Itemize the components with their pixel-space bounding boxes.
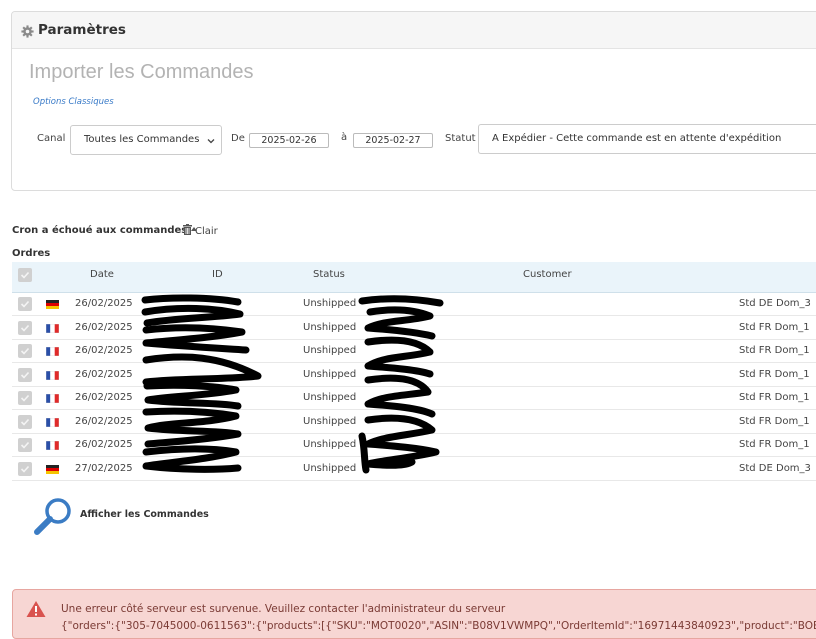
france-flag-icon	[46, 370, 59, 380]
row-shipping: Std FR Dom_1	[739, 368, 810, 380]
options-classiques-link[interactable]: Options Classiques	[33, 97, 114, 107]
table-row[interactable]: 27/02/2025 Unshipped Std DE Dom_3	[12, 458, 816, 481]
column-header-date[interactable]: Date	[90, 269, 114, 280]
row-shipping: Std FR Dom_1	[739, 321, 810, 333]
france-flag-icon	[46, 394, 59, 403]
cron-failed-label: Cron a échoué aux commandes	[12, 225, 188, 236]
chevron-down-icon	[207, 139, 215, 144]
row-checkbox[interactable]	[18, 414, 32, 429]
orders-title: Ordres	[12, 248, 51, 259]
clear-button[interactable]: Clair	[183, 224, 218, 237]
panel-header: Paramètres	[12, 12, 816, 49]
row-shipping: Std FR Dom_1	[739, 392, 810, 403]
germany-flag-icon	[46, 300, 59, 309]
check-icon	[20, 347, 30, 355]
row-date: 26/02/2025	[75, 345, 133, 356]
row-date: 27/02/2025	[75, 462, 133, 474]
table-row[interactable]: 26/02/2025 Unshipped Std FR Dom_1	[12, 317, 816, 340]
table-row[interactable]: 26/02/2025 Unshipped Std DE Dom_3	[12, 293, 816, 316]
trash-icon	[183, 224, 192, 235]
row-shipping: Std DE Dom_3	[739, 462, 811, 474]
row-shipping: Std DE Dom_3	[739, 298, 811, 309]
row-status: Unshipped	[303, 392, 357, 403]
row-date: 26/02/2025	[75, 321, 133, 333]
check-icon	[20, 394, 30, 402]
germany-flag-icon	[46, 464, 59, 474]
column-header-status[interactable]: Status	[313, 269, 345, 280]
row-checkbox[interactable]	[18, 367, 32, 382]
check-icon	[20, 300, 30, 308]
settings-panel: Paramètres Importer les Commandes Option…	[11, 11, 816, 191]
error-message: Une erreur côté serveur est survenue. Ve…	[61, 603, 506, 615]
gear-icon	[21, 25, 34, 38]
row-checkbox[interactable]	[18, 391, 32, 405]
row-status: Unshipped	[303, 415, 357, 427]
from-date-label: De	[231, 133, 245, 144]
select-all-checkbox[interactable]	[18, 268, 32, 282]
check-icon	[20, 324, 30, 332]
error-detail: {"orders":{"305-7045000-0611563":{"produ…	[61, 620, 816, 632]
row-checkbox[interactable]	[18, 297, 32, 311]
row-shipping: Std FR Dom_1	[739, 439, 810, 450]
row-status: Unshipped	[303, 298, 357, 309]
show-orders-button[interactable]: Afficher les Commandes	[80, 509, 209, 520]
table-row[interactable]: 26/02/2025 Unshipped Std FR Dom_1	[12, 411, 816, 434]
warning-icon	[26, 601, 46, 617]
row-status: Unshipped	[303, 439, 357, 450]
to-date-input[interactable]: 2025-02-27	[353, 133, 433, 148]
column-header-customer[interactable]: Customer	[523, 269, 572, 280]
table-row[interactable]: 26/02/2025 Unshipped Std FR Dom_1	[12, 434, 816, 457]
row-date: 26/02/2025	[75, 415, 133, 427]
row-date: 26/02/2025	[75, 392, 133, 403]
check-icon	[20, 465, 30, 473]
row-status: Unshipped	[303, 345, 357, 356]
table-row[interactable]: 26/02/2025 Unshipped Std FR Dom_1	[12, 364, 816, 387]
row-checkbox[interactable]	[18, 344, 32, 358]
row-checkbox[interactable]	[18, 438, 32, 452]
row-shipping: Std FR Dom_1	[739, 345, 810, 356]
status-select-value: A Expédier - Cette commande est en atten…	[492, 133, 782, 144]
to-date-label: à	[341, 132, 348, 143]
status-label: Statut	[445, 133, 476, 144]
check-icon	[20, 441, 30, 449]
canal-label: Canal	[37, 133, 66, 144]
panel-title: Paramètres	[38, 22, 126, 38]
france-flag-icon	[46, 441, 59, 450]
column-header-id[interactable]: ID	[212, 269, 223, 280]
row-status: Unshipped	[303, 462, 357, 474]
table-row[interactable]: 26/02/2025 Unshipped Std FR Dom_1	[12, 340, 816, 363]
row-status: Unshipped	[303, 321, 357, 333]
from-date-input[interactable]: 2025-02-26	[249, 133, 329, 148]
row-checkbox[interactable]	[18, 461, 32, 476]
status-select[interactable]: A Expédier - Cette commande est en atten…	[478, 124, 816, 154]
row-date: 26/02/2025	[75, 439, 133, 450]
france-flag-icon	[46, 323, 59, 333]
page-title: Importer les Commandes	[29, 61, 254, 83]
row-date: 26/02/2025	[75, 298, 133, 309]
check-icon	[20, 271, 30, 279]
cron-failed-toggle[interactable]: Cron a échoué aux commandes	[12, 225, 198, 236]
search-icon[interactable]	[32, 496, 74, 536]
orders-table-header: Date ID Status Customer	[12, 262, 816, 293]
france-flag-icon	[46, 347, 59, 356]
row-checkbox[interactable]	[18, 320, 32, 335]
row-date: 26/02/2025	[75, 368, 133, 380]
canal-select-value: Toutes les Commandes	[84, 134, 200, 145]
check-icon	[20, 418, 30, 426]
france-flag-icon	[46, 417, 59, 427]
check-icon	[20, 371, 30, 379]
table-row[interactable]: 26/02/2025 Unshipped Std FR Dom_1	[12, 387, 816, 410]
row-status: Unshipped	[303, 368, 357, 380]
canal-select[interactable]: Toutes les Commandes	[70, 125, 222, 155]
clear-label: Clair	[195, 226, 218, 237]
error-alert: Une erreur côté serveur est survenue. Ve…	[12, 589, 816, 639]
row-shipping: Std FR Dom_1	[739, 415, 810, 427]
